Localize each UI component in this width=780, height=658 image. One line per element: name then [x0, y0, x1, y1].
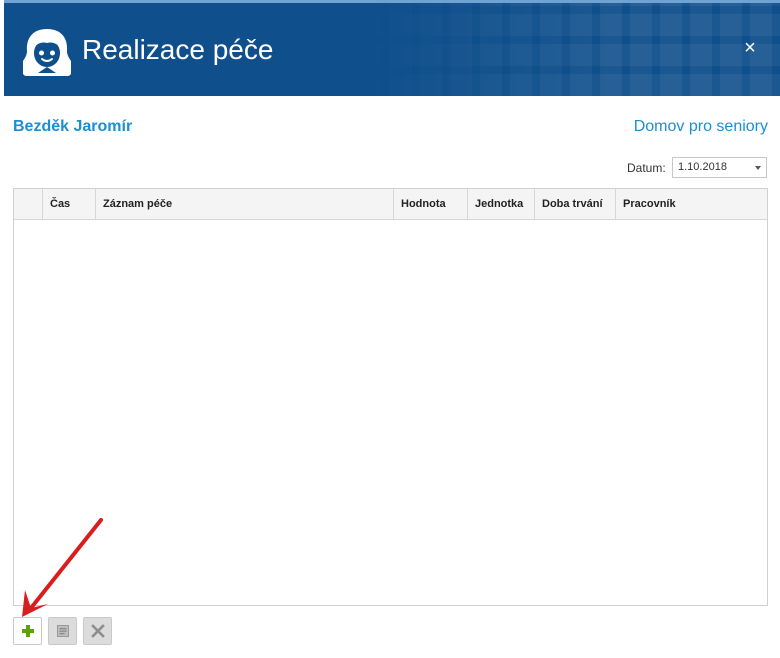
resident-face-icon	[23, 29, 71, 76]
column-header-duration[interactable]: Doba trvání	[535, 189, 616, 219]
column-header-select[interactable]	[14, 189, 43, 219]
chevron-down-icon	[755, 166, 761, 170]
plus-icon	[22, 625, 34, 637]
column-header-unit[interactable]: Jednotka	[468, 189, 535, 219]
column-header-worker[interactable]: Pracovník	[616, 189, 767, 219]
column-header-care-record[interactable]: Záznam péče	[96, 189, 394, 219]
window-title: Realizace péče	[82, 34, 274, 65]
edit-record-button[interactable]	[48, 617, 77, 645]
column-header-time[interactable]: Čas	[43, 189, 96, 219]
date-label: Datum:	[627, 161, 666, 175]
x-delete-icon	[91, 624, 105, 638]
delete-record-button[interactable]	[83, 617, 112, 645]
date-select[interactable]: 1.10.2018	[672, 157, 767, 178]
care-records-table[interactable]: Čas Záznam péče Hodnota Jednotka Doba tr…	[13, 188, 768, 606]
add-record-button[interactable]	[13, 617, 42, 645]
dialog-header: Realizace péče ×	[4, 3, 780, 96]
patient-name: Bezděk Jaromír	[13, 118, 133, 135]
column-header-value[interactable]: Hodnota	[394, 189, 468, 219]
table-header: Čas Záznam péče Hodnota Jednotka Doba tr…	[14, 189, 767, 220]
close-button[interactable]: ×	[740, 36, 760, 60]
date-value: 1.10.2018	[678, 161, 727, 173]
header-pattern	[360, 3, 780, 96]
facility-name: Domov pro seniory	[633, 118, 768, 135]
document-edit-icon	[57, 625, 69, 637]
